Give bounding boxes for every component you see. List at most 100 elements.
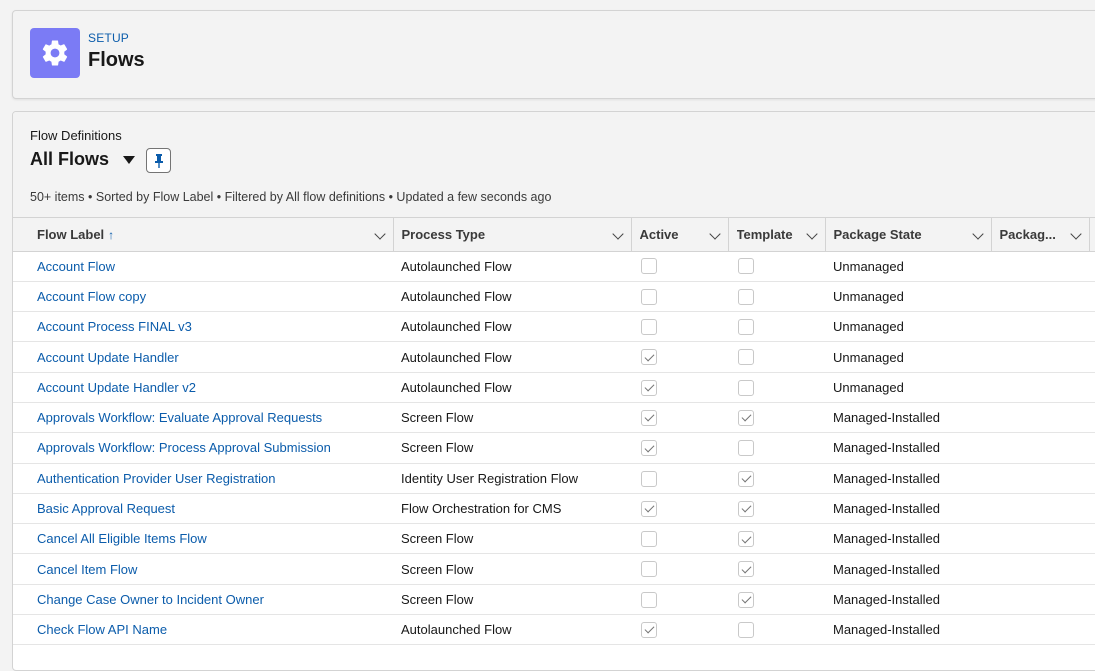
cell-flow-label: Cancel Item Flow — [13, 553, 393, 585]
chevron-down-icon[interactable] — [805, 228, 818, 240]
table-row[interactable]: Approvals Workflow: Process Approval Sub… — [13, 432, 1095, 464]
cell-process-type: Autolaunched Flow — [393, 281, 631, 313]
template-checkbox — [738, 531, 754, 548]
column-header-package-state[interactable]: Package State — [825, 218, 992, 252]
flow-link[interactable]: Change Case Owner to Incident Owner — [37, 592, 264, 607]
table-row[interactable]: Check Flow API Name Autolaunched Flow Mana… — [13, 614, 1095, 646]
chevron-down-icon[interactable] — [611, 228, 624, 240]
cell-package — [991, 281, 1089, 313]
cell-active — [631, 584, 728, 616]
cell-active — [631, 523, 728, 555]
flow-link[interactable]: Account Flow — [37, 259, 115, 274]
breadcrumb[interactable]: SETUP — [88, 31, 129, 45]
table-row[interactable]: Account Flow copy Autolaunched Flow Unmana… — [13, 281, 1095, 313]
cell-active — [631, 463, 728, 494]
cell-overflow — [1089, 372, 1095, 403]
cell-template — [728, 402, 825, 434]
cell-flow-label: Authentication Provider User Registratio… — [13, 463, 393, 494]
caret-down-icon[interactable] — [123, 155, 136, 164]
cell-flow-label: Approvals Workflow: Evaluate Approval Re… — [13, 402, 393, 434]
flow-link[interactable]: Account Update Handler — [37, 350, 179, 365]
chevron-down-icon[interactable] — [1069, 228, 1082, 240]
cell-overflow — [1089, 432, 1095, 464]
cell-package-state: Managed-Installed — [825, 402, 991, 434]
cell-active — [631, 402, 728, 434]
cell-package-state: Unmanaged — [825, 281, 991, 313]
cell-active — [631, 493, 728, 525]
page-header: SETUP Flows — [12, 10, 1095, 99]
flow-link[interactable]: Authentication Provider User Registratio… — [37, 471, 275, 486]
cell-package-state: Managed-Installed — [825, 553, 991, 585]
flow-link[interactable]: Approvals Workflow: Process Approval Sub… — [37, 440, 331, 455]
column-header-flow-label[interactable]: Flow Label ↑ — [13, 218, 394, 252]
cell-package-state: Managed-Installed — [825, 432, 991, 464]
template-checkbox — [738, 319, 754, 336]
table-row[interactable]: Authentication Provider User Registratio… — [13, 463, 1095, 494]
cell-active — [631, 251, 728, 282]
column-header-overflow — [1089, 218, 1095, 252]
template-checkbox — [738, 561, 754, 578]
flow-link[interactable]: Basic Approval Request — [37, 501, 175, 516]
cell-template — [728, 584, 825, 616]
cell-template — [728, 251, 825, 282]
pin-button[interactable] — [146, 148, 171, 173]
cell-process-type: Identity User Registration Flow — [393, 463, 631, 494]
flow-link[interactable]: Cancel Item Flow — [37, 562, 137, 577]
flow-link[interactable]: Approvals Workflow: Evaluate Approval Re… — [37, 410, 322, 425]
table-row[interactable]: Cancel Item Flow Screen Flow Managed-Insta… — [13, 553, 1095, 585]
cell-package-state: Managed-Installed — [825, 463, 991, 494]
list-view-picker[interactable]: All Flows — [30, 149, 136, 170]
cell-process-type: Autolaunched Flow — [393, 311, 631, 343]
active-checkbox — [641, 621, 657, 638]
cell-flow-label: Account Flow copy — [13, 281, 393, 313]
cell-package — [991, 523, 1089, 555]
flows-table: Flow Label ↑ Process Type Active Template… — [13, 218, 1095, 646]
cell-template — [728, 463, 825, 494]
column-header-template[interactable]: Template — [728, 218, 826, 252]
table-row[interactable]: Approvals Workflow: Evaluate Approval Re… — [13, 402, 1095, 434]
table-row[interactable]: Account Update Handler v2 Autolaunched Fl… — [13, 372, 1095, 403]
table-row[interactable]: Cancel All Eligible Items Flow Screen Flo… — [13, 523, 1095, 555]
cell-template — [728, 523, 825, 555]
active-checkbox — [641, 319, 657, 336]
table-row[interactable]: Change Case Owner to Incident Owner Scree… — [13, 584, 1095, 616]
table-row[interactable]: Account Process FINAL v3 Autolaunched Flo… — [13, 311, 1095, 343]
column-header-package[interactable]: Packag... — [991, 218, 1090, 252]
flow-link[interactable]: Account Process FINAL v3 — [37, 319, 192, 334]
flow-link[interactable]: Check Flow API Name — [37, 622, 167, 637]
list-meta-info: 50+ items • Sorted by Flow Label • Filte… — [30, 190, 552, 204]
active-checkbox — [641, 288, 657, 305]
cell-package-state: Managed-Installed — [825, 614, 991, 646]
cell-package — [991, 311, 1089, 343]
column-header-process-type[interactable]: Process Type — [393, 218, 632, 252]
table-row[interactable]: Account Update Handler Autolaunched Flow U… — [13, 341, 1095, 373]
chevron-down-icon[interactable] — [971, 228, 984, 240]
flow-link[interactable]: Cancel All Eligible Items Flow — [37, 531, 207, 546]
cell-package — [991, 584, 1089, 616]
cell-active — [631, 372, 728, 403]
cell-overflow — [1089, 523, 1095, 555]
cell-process-type: Autolaunched Flow — [393, 251, 631, 282]
flow-link[interactable]: Account Flow copy — [37, 289, 146, 304]
column-header-active[interactable]: Active — [631, 218, 729, 252]
cell-active — [631, 341, 728, 373]
table-row[interactable]: Account Flow Autolaunched Flow Unmanaged — [13, 251, 1095, 282]
cell-overflow — [1089, 311, 1095, 343]
cell-flow-label: Account Process FINAL v3 — [13, 311, 393, 343]
cell-template — [728, 341, 825, 373]
active-checkbox — [641, 470, 657, 487]
template-checkbox — [738, 591, 754, 608]
cell-overflow — [1089, 402, 1095, 434]
cell-process-type: Screen Flow — [393, 523, 631, 555]
list-view-name[interactable]: All Flows — [30, 149, 109, 170]
chevron-down-icon[interactable] — [373, 228, 386, 240]
table-row[interactable]: Basic Approval Request Flow Orchestration… — [13, 493, 1095, 525]
cell-package-state: Unmanaged — [825, 372, 991, 403]
flow-link[interactable]: Account Update Handler v2 — [37, 380, 196, 395]
cell-active — [631, 311, 728, 343]
cell-template — [728, 553, 825, 585]
cell-active — [631, 553, 728, 585]
template-checkbox — [738, 621, 754, 638]
cell-package-state: Unmanaged — [825, 251, 991, 282]
chevron-down-icon[interactable] — [708, 228, 721, 240]
